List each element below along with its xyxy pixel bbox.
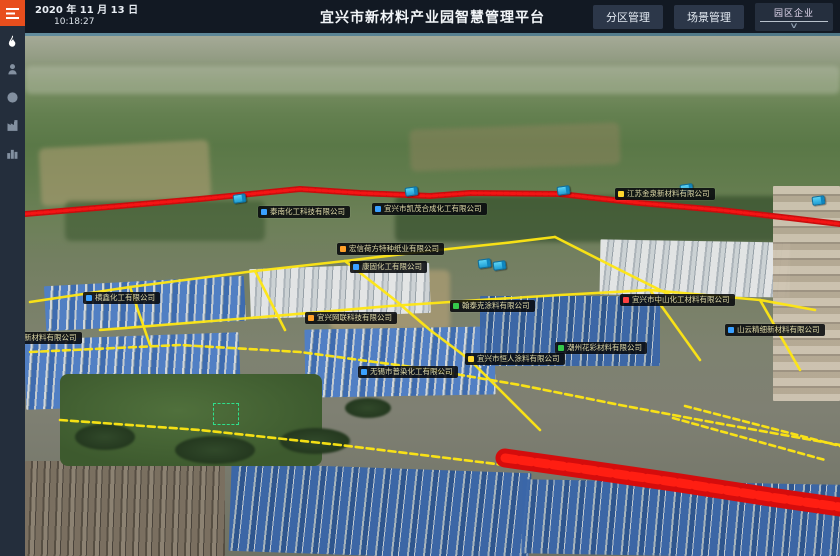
company-label-text: 宜兴市中山化工材料有限公司 (632, 296, 730, 304)
sidebar-item-personnel[interactable] (0, 60, 25, 79)
company-label-text: 泰南化工科技有限公司 (270, 208, 345, 216)
vehicle-marker[interactable] (232, 193, 246, 204)
company-label[interactable]: 宜兴市恒人涂料有限公司 (465, 353, 565, 365)
company-label-text: 山云精细新材料有限公司 (737, 326, 820, 334)
company-label-text: 无锡市普染化工有限公司 (370, 368, 453, 376)
company-label-text: 宜兴市恒人涂料有限公司 (477, 355, 560, 363)
yellow-roads (30, 237, 840, 472)
company-label-text: 横鑫化工有限公司 (95, 294, 155, 302)
top-header: 2020 年 11 月 13 日 10:18:27 宜兴市新材料产业园智慧管理平… (25, 0, 840, 33)
company-marker-icon (558, 345, 564, 351)
company-label[interactable]: 泰南化工科技有限公司 (258, 206, 350, 218)
company-label[interactable]: 康固化工有限公司 (350, 261, 427, 273)
sidebar-item-statistics[interactable] (0, 144, 25, 163)
company-label[interactable]: 潮州花彩材料有限公司 (555, 342, 647, 354)
company-label-text: 翰泰克涂料有限公司 (462, 302, 530, 310)
current-time: 10:18:27 (35, 17, 138, 28)
company-label-text: 宜兴网联科技有限公司 (317, 314, 392, 322)
company-label[interactable]: 宜兴网联科技有限公司 (305, 312, 397, 324)
vehicle-marker[interactable] (404, 186, 418, 197)
company-label-text: 潮州花彩材料有限公司 (567, 344, 642, 352)
left-sidebar (0, 0, 25, 556)
vehicle-marker[interactable] (492, 260, 506, 271)
vehicle-marker[interactable] (556, 185, 570, 196)
factory-icon (6, 119, 19, 132)
vehicle-marker[interactable] (477, 258, 491, 269)
sidebar-item-monitor[interactable] (0, 88, 25, 107)
selection-box (213, 403, 239, 425)
company-label[interactable]: 无锡市普染化工有限公司 (358, 366, 458, 378)
company-label[interactable]: 宜兴市凯茂合成化工有限公司 (372, 203, 487, 215)
company-label[interactable]: 宜兴市中山化工材料有限公司 (620, 294, 735, 306)
sidebar-icon-list (0, 32, 25, 163)
header-actions: 分区管理 场景管理 园区企业 ∨ (593, 3, 833, 31)
company-marker-icon (728, 327, 734, 333)
person-icon (6, 63, 19, 76)
company-marker-icon (618, 191, 624, 197)
header-separator (25, 33, 840, 36)
zone-management-button[interactable]: 分区管理 (593, 5, 663, 29)
chevron-down-icon: ∨ (789, 22, 798, 30)
company-marker-icon (86, 295, 92, 301)
company-marker-icon (468, 356, 474, 362)
company-marker-icon (340, 246, 346, 252)
company-label[interactable]: 合成新材料有限公司 (25, 332, 82, 344)
company-label[interactable]: 江苏金泉新材料有限公司 (615, 188, 715, 200)
vehicle-marker[interactable] (811, 195, 825, 206)
company-marker-icon (308, 315, 314, 321)
gauge-icon (6, 91, 19, 104)
dropdown-label: 园区企业 (774, 6, 814, 19)
company-label[interactable]: 山云精细新材料有限公司 (725, 324, 825, 336)
hamburger-icon (6, 8, 19, 19)
map-3d-viewport[interactable]: 泰南化工科技有限公司 宜兴市凯茂合成化工有限公司宏信荷方特种纸业有限公司康固化工有… (25, 36, 840, 556)
company-label-text: 康固化工有限公司 (362, 263, 422, 271)
company-marker-icon (375, 206, 381, 212)
park-enterprise-dropdown[interactable]: 园区企业 ∨ (755, 3, 833, 31)
company-marker-icon (623, 297, 629, 303)
sidebar-item-fire[interactable] (0, 32, 25, 51)
company-marker-icon (361, 369, 367, 375)
company-label-text: 宜兴市凯茂合成化工有限公司 (384, 205, 482, 213)
company-label-text: 合成新材料有限公司 (25, 334, 77, 342)
datetime-block: 2020 年 11 月 13 日 10:18:27 (35, 5, 138, 29)
sidebar-item-enterprise[interactable] (0, 116, 25, 135)
company-marker-icon (261, 209, 267, 215)
bar-chart-icon (6, 147, 19, 160)
company-label[interactable]: 翰泰克涂料有限公司 (450, 300, 535, 312)
company-label[interactable]: 宏信荷方特种纸业有限公司 (337, 243, 444, 255)
scene-management-button[interactable]: 场景管理 (674, 5, 744, 29)
company-marker-icon (453, 303, 459, 309)
flame-icon (6, 35, 19, 48)
company-label-text: 宏信荷方特种纸业有限公司 (349, 245, 439, 253)
current-date: 2020 年 11 月 13 日 (35, 5, 138, 18)
hamburger-menu-button[interactable] (0, 0, 25, 26)
congestion-ribbons (25, 189, 840, 507)
company-label[interactable]: 横鑫化工有限公司 (83, 292, 160, 304)
company-marker-icon (353, 264, 359, 270)
company-label-text: 江苏金泉新材料有限公司 (627, 190, 710, 198)
page-title: 宜兴市新材料产业园智慧管理平台 (320, 7, 545, 27)
